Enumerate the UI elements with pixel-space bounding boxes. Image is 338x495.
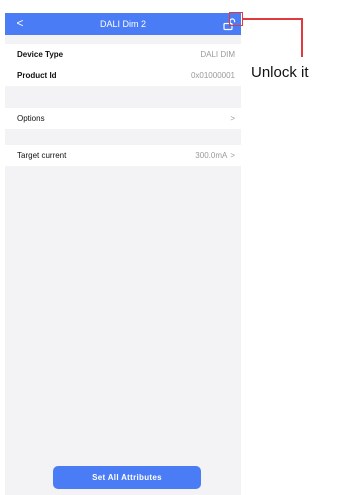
target-current-row[interactable]: Target current 300.0mA > [5,145,241,166]
annotation-connector-horizontal [243,18,302,20]
options-label: Options [17,114,45,123]
options-row[interactable]: Options > [5,108,241,129]
target-current-chevron-icon: > [230,151,235,160]
annotation-connector-vertical [301,18,303,57]
page-title: DALI Dim 2 [99,19,146,29]
device-type-value: DALI DIM [200,50,235,59]
device-type-row: Device Type DALI DIM [5,44,241,65]
app-header: < DALI Dim 2 [5,13,241,35]
target-current-value-group: 300.0mA > [195,145,235,166]
options-chevron-icon: > [230,114,235,123]
target-current-label: Target current [17,151,67,160]
phone-screen: < DALI Dim 2 Device Type DALI DIM Produc… [5,13,241,495]
device-info-section: Device Type DALI DIM Product Id 0x010000… [5,44,241,86]
annotation-highlight-box [229,12,243,26]
back-icon: < [16,16,24,30]
device-type-label: Device Type [17,50,64,59]
product-id-row: Product Id 0x01000001 [5,65,241,86]
annotation-label: Unlock it [251,64,309,81]
back-button[interactable]: < [11,13,29,35]
set-all-attributes-button[interactable]: Set All Attributes [53,466,201,489]
product-id-value: 0x01000001 [190,71,235,80]
options-section: Options > [5,108,241,129]
target-current-section: Target current 300.0mA > [5,145,241,166]
target-current-value: 300.0mA [195,151,228,160]
product-id-label: Product Id [17,71,57,80]
